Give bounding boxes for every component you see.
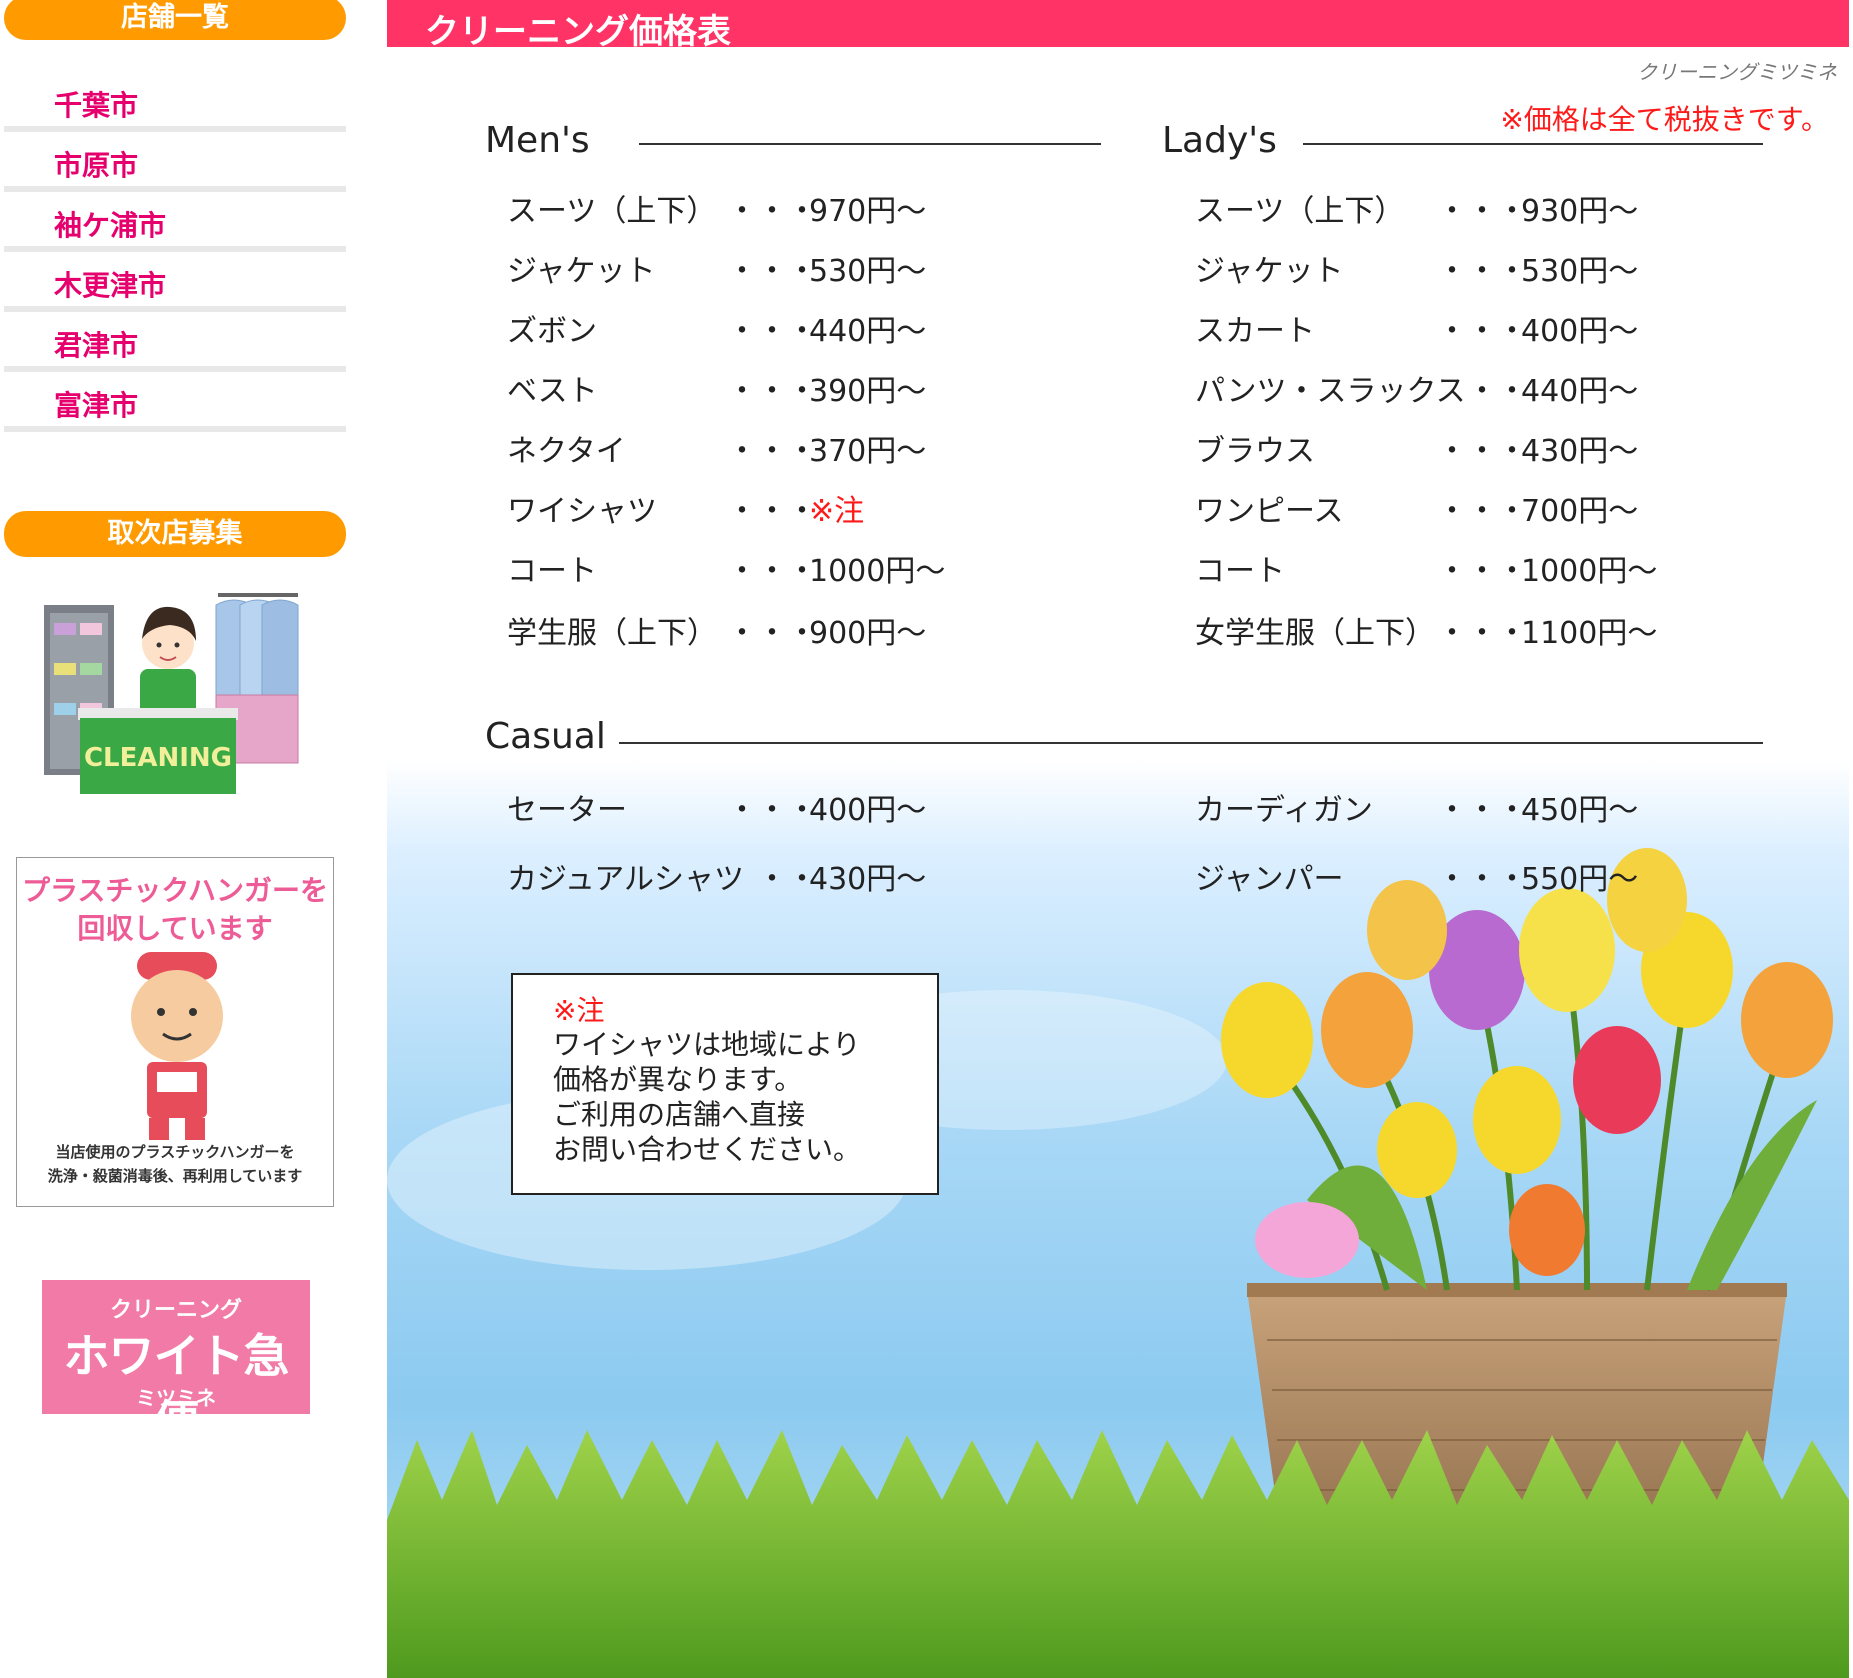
item-name: カジュアルシャツ [507, 862, 744, 897]
item-dots: ・・ [757, 862, 817, 897]
white-kyubin-logo[interactable]: クリーニング ホワイト急便 ミツミネ [42, 1280, 310, 1449]
item-price: 530円〜 [1521, 254, 1639, 289]
item-price: 930円〜 [1521, 194, 1639, 229]
item-dots: ・・・ [727, 194, 817, 229]
city-link[interactable]: 市原市 [54, 144, 138, 184]
logo-bottom-text: ミツミネ [136, 1386, 216, 1410]
item-dots: ・・・ [727, 793, 817, 828]
mens-section-title: Men's [485, 120, 590, 161]
item-price: 430円〜 [809, 862, 927, 897]
item-dots: ・・・ [1437, 862, 1527, 897]
city-list: 千葉市 市原市 袖ケ浦市 木更津市 君津市 富津市 [4, 72, 346, 432]
item-name: ベスト [507, 374, 598, 409]
casual-section-title: Casual [485, 716, 606, 757]
ladys-section-title: Lady's [1162, 120, 1277, 161]
item-dots: ・・・ [727, 374, 817, 409]
item-price: 550円〜 [1521, 862, 1639, 897]
sidebar-item-chiba[interactable]: 千葉市 [4, 72, 346, 132]
item-name: セーター [507, 793, 627, 828]
city-link[interactable]: 千葉市 [54, 84, 138, 124]
item-name: パンツ・スラックス [1195, 374, 1466, 409]
item-name: コート [1195, 554, 1285, 589]
item-dots: ・・・ [1437, 434, 1527, 469]
item-dots: ・・・ [727, 314, 817, 349]
item-name: 学生服（上下） [507, 616, 717, 651]
sidebar: 店舗一覧 千葉市 市原市 袖ケ浦市 木更津市 君津市 富津市 取次店募集 CLE… [0, 0, 360, 1678]
price-list-panel: クリーニング価格表 クリーニングミツミネ ※価格は全て税抜きです。 Men's … [387, 0, 1849, 1678]
item-price: 440円〜 [809, 314, 927, 349]
store-list-heading: 店舗一覧 [4, 0, 346, 40]
city-link[interactable]: 木更津市 [54, 264, 166, 304]
item-dots: ・・・ [727, 434, 817, 469]
item-name: スーツ（上下） [507, 194, 717, 229]
item-dots: ・・・ [727, 616, 817, 651]
sidebar-item-futtsu[interactable]: 富津市 [4, 372, 346, 432]
shirt-price-notice: ※注 ワイシャツは地域により 価格が異なります。 ご利用の店舗へ直接 お問い合わ… [511, 973, 939, 1195]
mens-divider [639, 143, 1101, 145]
city-link[interactable]: 君津市 [54, 324, 138, 364]
item-name: ネクタイ [507, 434, 626, 469]
item-dots: ・・・ [727, 494, 817, 529]
item-price: 1000円〜 [809, 554, 946, 589]
sidebar-item-sodegaura[interactable]: 袖ケ浦市 [4, 192, 346, 252]
item-dots: ・・・ [1437, 554, 1527, 589]
item-price-note-ref: ※注 [809, 494, 865, 529]
item-name: ジャンパー [1195, 862, 1344, 897]
item-name: ワンピース [1195, 494, 1344, 529]
item-price: 900円〜 [809, 616, 927, 651]
casual-divider [619, 742, 1763, 744]
sidebar-item-kimitsu[interactable]: 君津市 [4, 312, 346, 372]
item-dots: ・・・ [1437, 314, 1527, 349]
item-dots: ・・・ [727, 254, 817, 289]
item-price: 440円〜 [1521, 374, 1639, 409]
cleaning-shop-illustration[interactable]: CLEANING [40, 583, 310, 803]
item-price: 1100円〜 [1521, 616, 1658, 651]
item-dots: ・・・ [1437, 616, 1527, 651]
hanger-banner-note: 当店使用のプラスチックハンガーを 洗浄・殺菌消毒後、再利用しています [47, 1143, 303, 1185]
item-name: スーツ（上下） [1195, 194, 1405, 229]
cleaning-sign-text: CLEANING [84, 743, 232, 773]
item-name: ジャケット [507, 254, 656, 289]
notice-body: ワイシャツは地域により 価格が異なります。 ご利用の店舗へ直接 お問い合わせくだ… [553, 1028, 862, 1166]
notice-heading: ※注 [553, 994, 605, 1027]
item-name: ブラウス [1195, 434, 1315, 469]
hanger-banner-title: プラスチックハンガーを 回収しています [21, 874, 329, 945]
item-dots: ・・・ [1437, 254, 1527, 289]
item-dots: ・・・ [1437, 194, 1527, 229]
sidebar-item-ichihara[interactable]: 市原市 [4, 132, 346, 192]
ladys-divider [1303, 143, 1763, 145]
city-link[interactable]: 富津市 [54, 384, 138, 424]
item-price: 400円〜 [1521, 314, 1639, 349]
item-name: コート [507, 554, 597, 589]
item-price: 700円〜 [1521, 494, 1639, 529]
hanger-recycle-banner[interactable]: プラスチックハンガーを 回収しています 当店使用のプラスチックハンガーを 洗浄・… [16, 857, 334, 1207]
item-name: 女学生服（上下） [1195, 616, 1435, 651]
item-price: 370円〜 [809, 434, 927, 469]
item-price: 450円〜 [1521, 793, 1639, 828]
page-title: クリーニング価格表 [425, 12, 731, 52]
item-name: スカート [1195, 314, 1315, 349]
item-name: カーディガン [1195, 793, 1373, 828]
page-header: クリーニング価格表 [387, 0, 1849, 52]
item-price: 400円〜 [809, 793, 927, 828]
item-dots: ・・・ [1437, 793, 1527, 828]
item-price: 970円〜 [809, 194, 927, 229]
item-name: ジャケット [1195, 254, 1344, 289]
recruit-heading: 取次店募集 [4, 511, 346, 557]
tax-note: ※価格は全て税抜きです。 [1500, 103, 1829, 136]
item-name: ワイシャツ [507, 494, 657, 529]
item-price: 1000円〜 [1521, 554, 1658, 589]
item-price: 530円〜 [809, 254, 927, 289]
item-dots: ・・・ [1437, 494, 1527, 529]
item-dots: ・・ [1467, 374, 1527, 409]
city-link[interactable]: 袖ケ浦市 [54, 204, 166, 244]
item-dots: ・・・ [727, 554, 817, 589]
item-price: 430円〜 [1521, 434, 1639, 469]
sidebar-item-kisarazu[interactable]: 木更津市 [4, 252, 346, 312]
mascot-illustration [131, 952, 223, 1140]
item-name: ズボン [507, 314, 597, 349]
item-price: 390円〜 [809, 374, 927, 409]
brand-signature: クリーニングミツミネ [1637, 60, 1837, 84]
